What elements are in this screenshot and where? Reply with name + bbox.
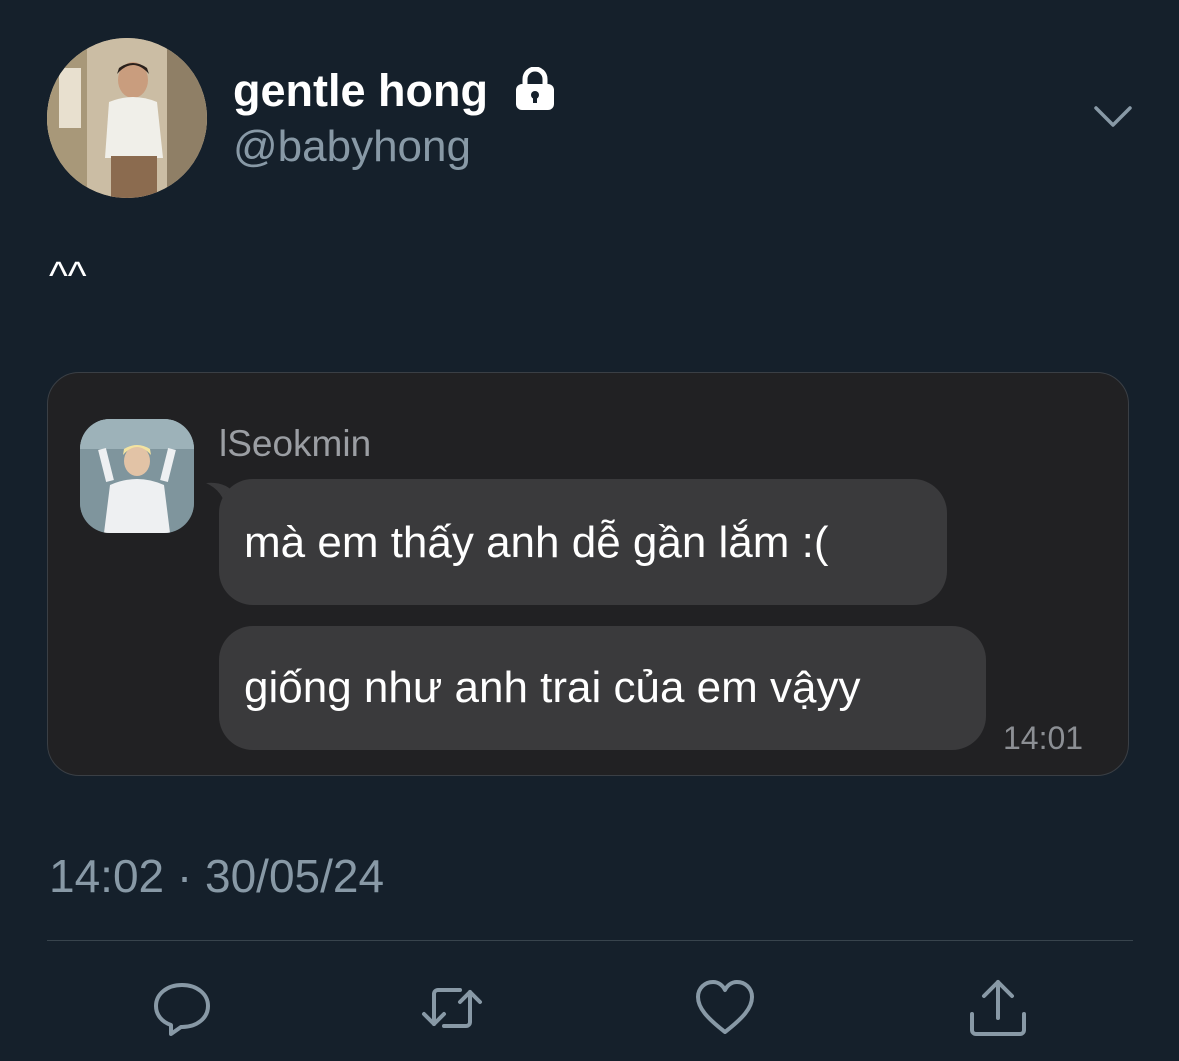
- author-avatar[interactable]: [47, 38, 207, 198]
- chat-message: mà em thấy anh dễ gần lắm :(: [219, 479, 947, 605]
- sender-name: lSeokmin: [219, 423, 372, 464]
- share-icon: [970, 980, 1026, 1036]
- tweet-timestamp[interactable]: 14:02 · 30/05/24: [49, 848, 384, 904]
- sender-avatar: [80, 419, 194, 533]
- author-display-name[interactable]: gentle hong: [233, 64, 488, 118]
- author-handle[interactable]: @babyhong: [233, 120, 471, 174]
- retweet-icon: [422, 988, 482, 1028]
- divider: [47, 940, 1133, 941]
- share-button[interactable]: [966, 976, 1030, 1040]
- chevron-down-icon[interactable]: [1092, 100, 1134, 134]
- tweet-text: ^^: [49, 254, 87, 298]
- lock-icon: [516, 67, 554, 110]
- embedded-chat-card[interactable]: lSeokmin mà em thấy anh dễ gần lắm :( gi…: [47, 372, 1129, 776]
- like-button[interactable]: [693, 976, 757, 1040]
- chat-message: giống như anh trai của em vậyy: [219, 626, 986, 750]
- message-time: 14:01: [1003, 720, 1084, 756]
- profile-photo-icon: [47, 38, 207, 198]
- heart-icon: [696, 980, 754, 1034]
- profile-photo-icon: [80, 419, 194, 533]
- retweet-button[interactable]: [420, 976, 484, 1040]
- reply-button[interactable]: [150, 976, 214, 1040]
- comment-icon: [154, 983, 210, 1036]
